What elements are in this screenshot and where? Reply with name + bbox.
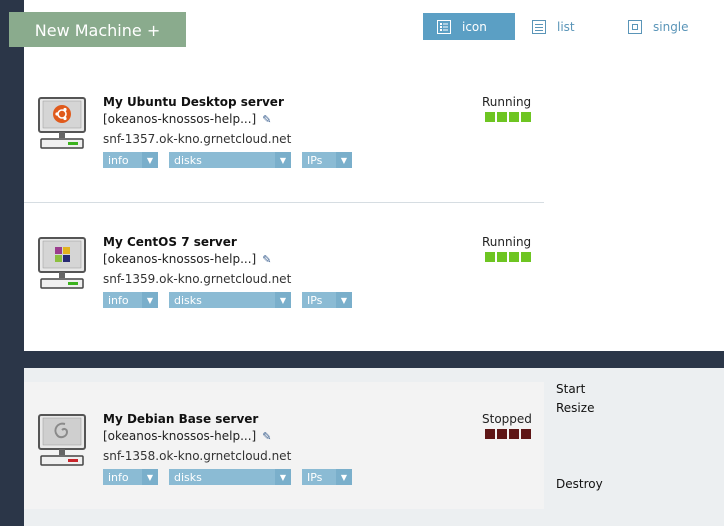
ips-dropdown[interactable]: IPs ▼ [302,292,352,308]
chevron-down-icon: ▼ [336,152,352,168]
resize-action[interactable]: Resize [556,401,594,415]
icon-view-icon [437,19,451,34]
status-lights [485,112,531,122]
start-action[interactable]: Start [556,382,585,396]
chevron-down-icon: ▼ [142,292,158,308]
machine-description-text: [okeanos-knossos-help...] [103,429,257,443]
disks-dropdown[interactable]: disks ▼ [169,292,291,308]
machine-status: Running [482,235,532,249]
ips-dropdown-label: IPs [307,293,323,307]
chevron-down-icon: ▼ [142,152,158,168]
machine-status: Running [482,95,532,109]
chevron-down-icon: ▼ [275,292,291,308]
info-dropdown[interactable]: info ▼ [103,152,158,168]
view-icon-label: icon [462,19,487,34]
ips-dropdown-label: IPs [307,470,323,484]
status-lights [485,252,531,262]
view-single-label: single [653,19,689,34]
debian-logo-icon [38,414,88,470]
info-dropdown[interactable]: info ▼ [103,469,158,485]
list-view-icon [532,19,546,34]
machine-card: My CentOS 7 server [okeanos-knossos-help… [24,215,544,345]
ips-dropdown[interactable]: IPs ▼ [302,152,352,168]
machine-hostname: snf-1358.ok-kno.grnetcloud.net [103,449,292,463]
disks-dropdown-label: disks [174,293,202,307]
info-dropdown-label: info [108,470,129,484]
chevron-down-icon: ▼ [275,469,291,485]
status-light [521,112,531,122]
machine-status: Stopped [482,412,532,426]
ips-dropdown-label: IPs [307,153,323,167]
machine-description: [okeanos-knossos-help...] ✎ [103,252,271,266]
disks-dropdown[interactable]: disks ▼ [169,152,291,168]
status-light [509,252,519,262]
status-light [497,112,507,122]
status-light [485,252,495,262]
destroy-action[interactable]: Destroy [556,477,603,491]
status-light [509,112,519,122]
machine-description-text: [okeanos-knossos-help...] [103,252,257,266]
status-lights [485,429,531,439]
disks-dropdown[interactable]: disks ▼ [169,469,291,485]
view-single-button[interactable]: single [628,13,689,40]
machine-name[interactable]: My CentOS 7 server [103,235,237,249]
pencil-icon[interactable]: ✎ [262,253,271,266]
machine-name[interactable]: My Debian Base server [103,412,258,426]
chevron-down-icon: ▼ [275,152,291,168]
view-list-label: list [557,19,575,34]
view-icon-button[interactable]: icon [423,13,515,40]
view-list-button[interactable]: list [532,13,575,40]
status-light [521,252,531,262]
machine-description: [okeanos-knossos-help...] ✎ [103,112,271,126]
machine-name[interactable]: My Ubuntu Desktop server [103,95,284,109]
divider [24,202,544,203]
ubuntu-logo-icon [38,97,88,153]
new-machine-button[interactable]: New Machine + [9,12,186,47]
left-rail [0,0,24,526]
machine-description: [okeanos-knossos-help...] ✎ [103,429,271,443]
status-light [485,429,495,439]
disks-dropdown-label: disks [174,470,202,484]
machine-hostname: snf-1357.ok-kno.grnetcloud.net [103,132,292,146]
chevron-down-icon: ▼ [336,469,352,485]
info-dropdown-label: info [108,293,129,307]
status-light [497,252,507,262]
centos-logo-icon [38,237,88,293]
machine-hostname: snf-1359.ok-kno.grnetcloud.net [103,272,292,286]
status-light [497,429,507,439]
single-view-icon [628,19,642,34]
chevron-down-icon: ▼ [336,292,352,308]
pencil-icon[interactable]: ✎ [262,430,271,443]
machine-card: My Ubuntu Desktop server [okeanos-knosso… [24,75,544,205]
pencil-icon[interactable]: ✎ [262,113,271,126]
machine-menus: info ▼ disks ▼ IPs ▼ [103,292,352,308]
band-separator [24,351,724,368]
chevron-down-icon: ▼ [142,469,158,485]
machine-menus: info ▼ disks ▼ IPs ▼ [103,152,352,168]
info-dropdown-label: info [108,153,129,167]
info-dropdown[interactable]: info ▼ [103,292,158,308]
machine-card: My Debian Base server [okeanos-knossos-h… [24,392,544,522]
status-light [521,429,531,439]
machine-menus: info ▼ disks ▼ IPs ▼ [103,469,352,485]
status-light [485,112,495,122]
ips-dropdown[interactable]: IPs ▼ [302,469,352,485]
disks-dropdown-label: disks [174,153,202,167]
status-light [509,429,519,439]
machine-description-text: [okeanos-knossos-help...] [103,112,257,126]
